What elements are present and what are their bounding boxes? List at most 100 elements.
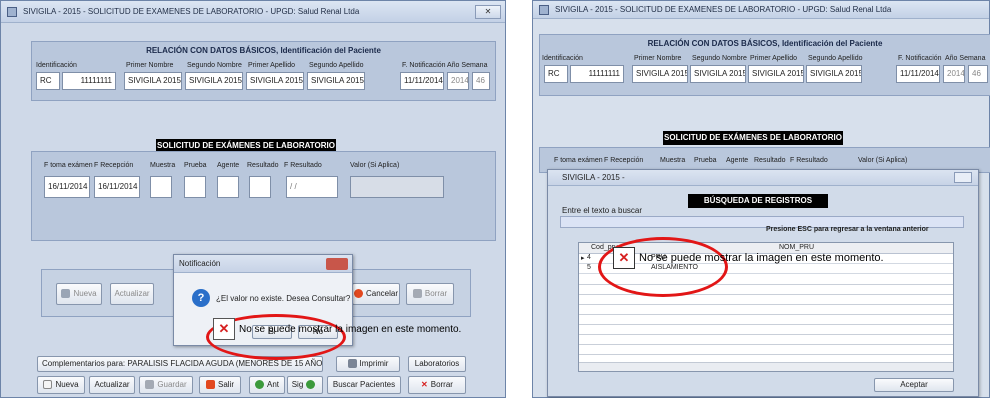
search-close-button[interactable] [954,172,972,183]
broken-image-icon: ✕ [213,318,235,340]
prueba-field[interactable] [184,176,206,198]
right-anio-field: 2014 [943,65,965,83]
imprimir-button[interactable]: Imprimir [336,356,400,372]
inner-cancelar-button[interactable]: Cancelar [352,283,400,305]
right-segundo-nombre-field[interactable]: SIVIGILA 2015 [690,65,746,83]
esc-hint: Presione ESC para regresar a la ventana … [766,226,929,233]
primer-nombre-field[interactable]: SIVIGILA 2015 [124,72,182,90]
right-label-valor: Valor (Si Aplica) [858,157,908,164]
patient-panel: RELACIÓN CON DATOS BÁSICOS, Identificaci… [31,41,496,101]
label-identificacion: Identificación [36,62,77,69]
right-label-segundo-nombre: Segundo Nombre [692,55,747,62]
label-muestra: Muestra [150,162,176,169]
segundo-nombre-field[interactable]: SIVIGILA 2015 [185,72,243,90]
f-recepcion-field[interactable]: 16/11/2014 [94,176,140,198]
right-tipo-field[interactable]: RC [544,65,568,83]
right-f-notificacion-field[interactable]: 11/11/2014 [896,65,940,83]
right-id-field[interactable]: 11111111 [570,65,624,83]
right-label-identificacion: Identificación [542,55,583,62]
right-image-error: ✕ No se puede mostrar la imagen en este … [613,247,884,269]
notification-close-button[interactable] [326,258,348,270]
broken-image-icon: ✕ [613,247,635,269]
save-icon [145,380,155,390]
right-patient-panel: RELACIÓN CON DATOS BÁSICOS, Identificaci… [539,34,990,96]
horizontal-scrollbar[interactable] [579,362,953,371]
ant-button[interactable]: Ant [249,376,285,394]
segundo-apellido-field[interactable]: SIVIGILA 2015 [307,72,365,90]
label-segundo-nombre: Segundo Nombre [187,62,242,69]
right-label-f-recepcion: F Recepción [604,157,644,164]
valor-field[interactable] [350,176,444,198]
row-pointer-icon: ▸ [581,255,585,262]
right-title-bar: SIVIGILA - 2015 - SOLICITUD DE EXAMENES … [533,1,989,19]
row-cod: 5 [587,264,591,271]
search-title-bar: SIVIGILA - 2015 - [548,170,978,186]
label-primer-apellido: Primer Apellido [248,62,296,69]
left-image-error-text: No se puede mostrar la imagen en este mo… [239,323,462,335]
muestra-field[interactable] [150,176,172,198]
inner-borrar-button[interactable]: Borrar [406,283,454,305]
resultado-field[interactable] [249,176,271,198]
grid-line [579,334,953,335]
salir-button[interactable]: Salir [199,376,241,394]
right-semana-field: 46 [968,65,988,83]
primer-apellido-field[interactable]: SIVIGILA 2015 [246,72,304,90]
grid-line [579,344,953,345]
arrow-right-icon [306,380,316,390]
label-anio-semana: Año Semana [447,62,488,69]
label-resultado: Resultado [247,162,279,169]
label-segundo-apellido: Segundo Apellido [309,62,364,69]
power-icon [205,380,215,390]
new-doc-icon [43,380,53,390]
right-primer-nombre-field[interactable]: SIVIGILA 2015 [632,65,688,83]
laboratorios-button[interactable]: Laboratorios [408,356,466,372]
right-label-anio-semana: Año Semana [945,55,986,62]
notification-title: Notificación [179,259,221,268]
arrow-left-icon [254,380,264,390]
right-window-title: SIVIGILA - 2015 - SOLICITUD DE EXAMENES … [555,5,892,14]
nueva-button[interactable]: Nueva [37,376,85,394]
left-close-button[interactable]: ✕ [475,5,501,19]
inner-nueva-button[interactable]: Nueva [56,283,102,305]
right-label-primer-nombre: Primer Nombre [634,55,682,62]
buscar-pacientes-button[interactable]: Buscar Pacientes [327,376,401,394]
inner-actualizar-button[interactable]: Actualizar [110,283,154,305]
right-label-f-resultado: F Resultado [790,157,828,164]
notification-title-bar: Notificación [174,255,352,273]
right-segundo-apellido-field[interactable]: SIVIGILA 2015 [806,65,862,83]
cancel-icon [353,289,363,299]
left-window-title: SIVIGILA - 2015 - SOLICITUD DE EXAMENES … [23,7,360,16]
right-label-agente: Agente [726,157,749,164]
printer-icon [347,359,357,369]
right-primer-apellido-field[interactable]: SIVIGILA 2015 [748,65,804,83]
id-field[interactable]: 11111111 [62,72,116,90]
borrar-button[interactable]: ✕ Borrar [408,376,466,394]
agente-field[interactable] [217,176,239,198]
app-icon [7,6,17,17]
label-agente: Agente [217,162,240,169]
delete-x-icon: ✕ [421,380,428,389]
grid-line [579,304,953,305]
guardar-button[interactable]: Guardar [139,376,193,394]
label-f-resultado: F Resultado [284,162,322,169]
notification-message: ¿El valor no existe. Desea Consultar? [216,294,351,303]
label-f-recepcion: F Recepción [94,162,134,169]
label-primer-nombre: Primer Nombre [126,62,174,69]
aceptar-button[interactable]: Aceptar [874,378,954,392]
lab-panel: F toma exámen F Recepción Muestra Prueba… [31,151,496,241]
tipo-id-field[interactable]: RC [36,72,60,90]
delete-icon [412,289,422,299]
search-header: BÚSQUEDA DE REGISTROS [688,194,828,208]
search-prompt: Entre el texto a buscar [562,206,643,215]
f-resultado-field[interactable]: / / [286,176,338,198]
semana-field: 46 [472,72,490,90]
f-toma-field[interactable]: 16/11/2014 [44,176,90,198]
f-notificacion-field[interactable]: 11/11/2014 [400,72,444,90]
right-label-muestra: Muestra [660,157,686,164]
left-title-bar: SIVIGILA - 2015 - SOLICITUD DE EXAMENES … [1,1,505,23]
sig-button[interactable]: Sig [287,376,323,394]
actualizar-button[interactable]: Actualizar [89,376,135,394]
right-patient-header: RELACIÓN CON DATOS BÁSICOS, Identificaci… [647,39,883,48]
right-label-f-notificacion: F. Notificación [898,55,942,62]
right-label-segundo-apellido: Segundo Apellido [808,55,863,62]
